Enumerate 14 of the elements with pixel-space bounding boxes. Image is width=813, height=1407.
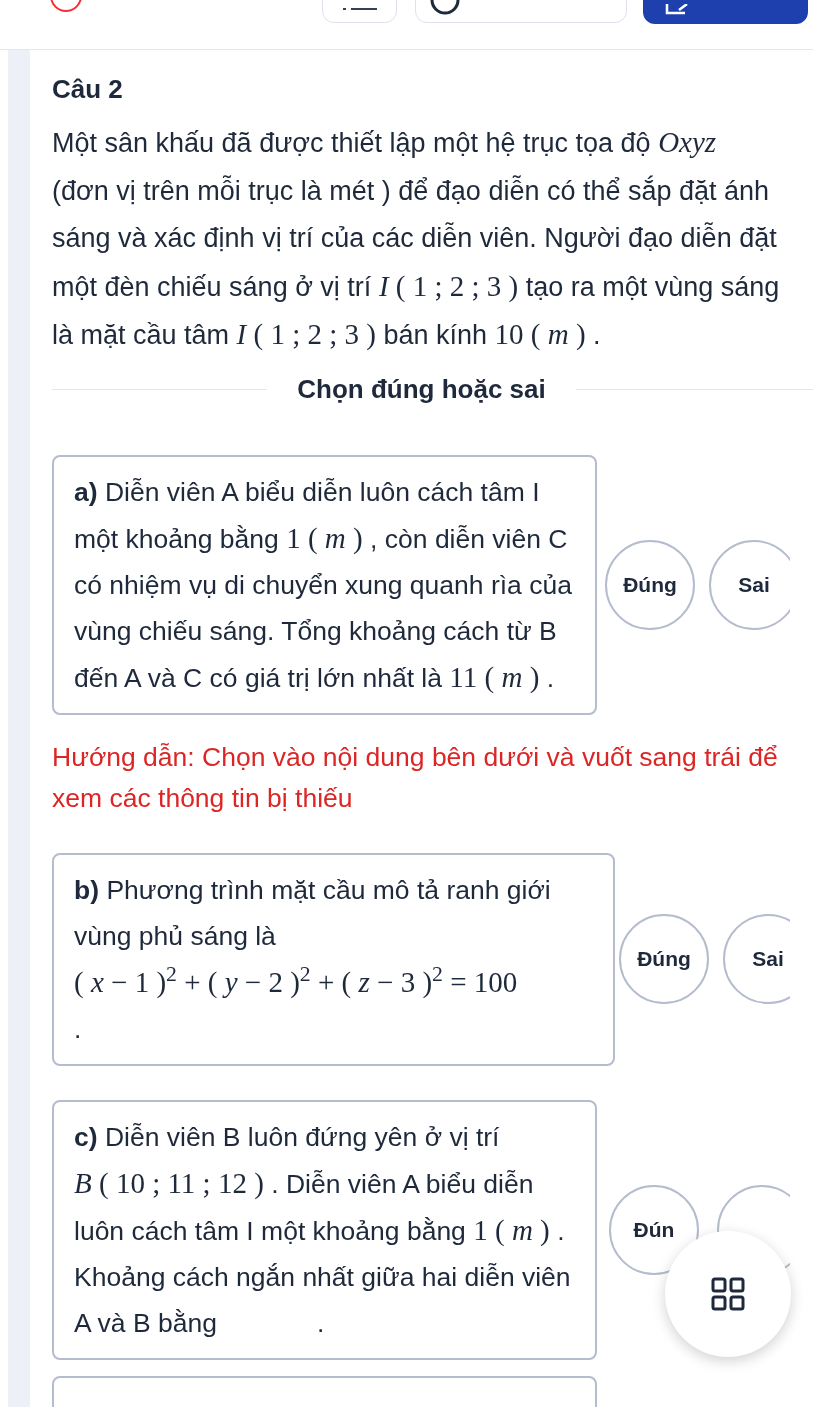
answer-option[interactable]: Đúng — [605, 539, 695, 630]
grid-icon — [711, 1277, 745, 1311]
answer-option[interactable]: Đúng — [619, 914, 709, 1004]
hint-text: Hướng dẫn: Chọn vào nội dung bên dưới và vuốt sang trái để xem các thông tin bị thiếu — [52, 740, 779, 815]
question-text: Một sân khấu đã được thiết lập một hệ trục tọa độ Oxyz (đơn vị trên mỗi trục là mét ) để đạo diễn có thể sắp đặt ánh sáng và xác định vị trí của các diễn viên. Người đạo diễn đặt một đèn chiếu sáng ở vị trí I ( 1 ; 2 ; 3 ) tạo ra một vùng sáng là mặt cầu tâm I ( 1 ; 2 ; 3 ) bán kính 10 ( m ) . — [52, 125, 780, 352]
statement-card[interactable]: a) Diễn viên A biểu diễn luôn cách tâm I một khoảng bằng 1 ( m ) , còn diễn viên C có nhiệm vụ di chuyển xung quanh rìa của vùng chiếu sáng. Tổng khoảng cách từ B đến A và C có giá trị lớn nhất là 11 ( m ) . — [52, 454, 597, 715]
statement-card[interactable]: b) Phương trình mặt cầu mô tả ranh giới vùng phủ sáng là ( x − 1 )$^{2}$ + ( y − 2 )$^{2}$ + ( z − 3 )$^{2}$ = 100 . — [52, 852, 615, 1066]
answer-option[interactable]: Sai — [709, 539, 790, 630]
answer-option[interactable]: Đún — [609, 1184, 699, 1275]
statement-card[interactable]: c) Diễn viên B luôn đứng yên ở vị trí B ( 10 ; 11 ; 12 ) . Diễn viên A biểu diễn luôn cách tâm I một khoảng bằng 1 ( m ) . Khoảng cách ngắn nhất giữa hai diễn viên A và B bằng . — [52, 1099, 597, 1360]
answer-option[interactable]: Sai — [723, 914, 790, 1004]
question-title: Câu 2 — [52, 73, 124, 106]
menu-icon — [342, 6, 377, 12]
section-label: Chọn đúng hoặc sai — [297, 372, 546, 406]
